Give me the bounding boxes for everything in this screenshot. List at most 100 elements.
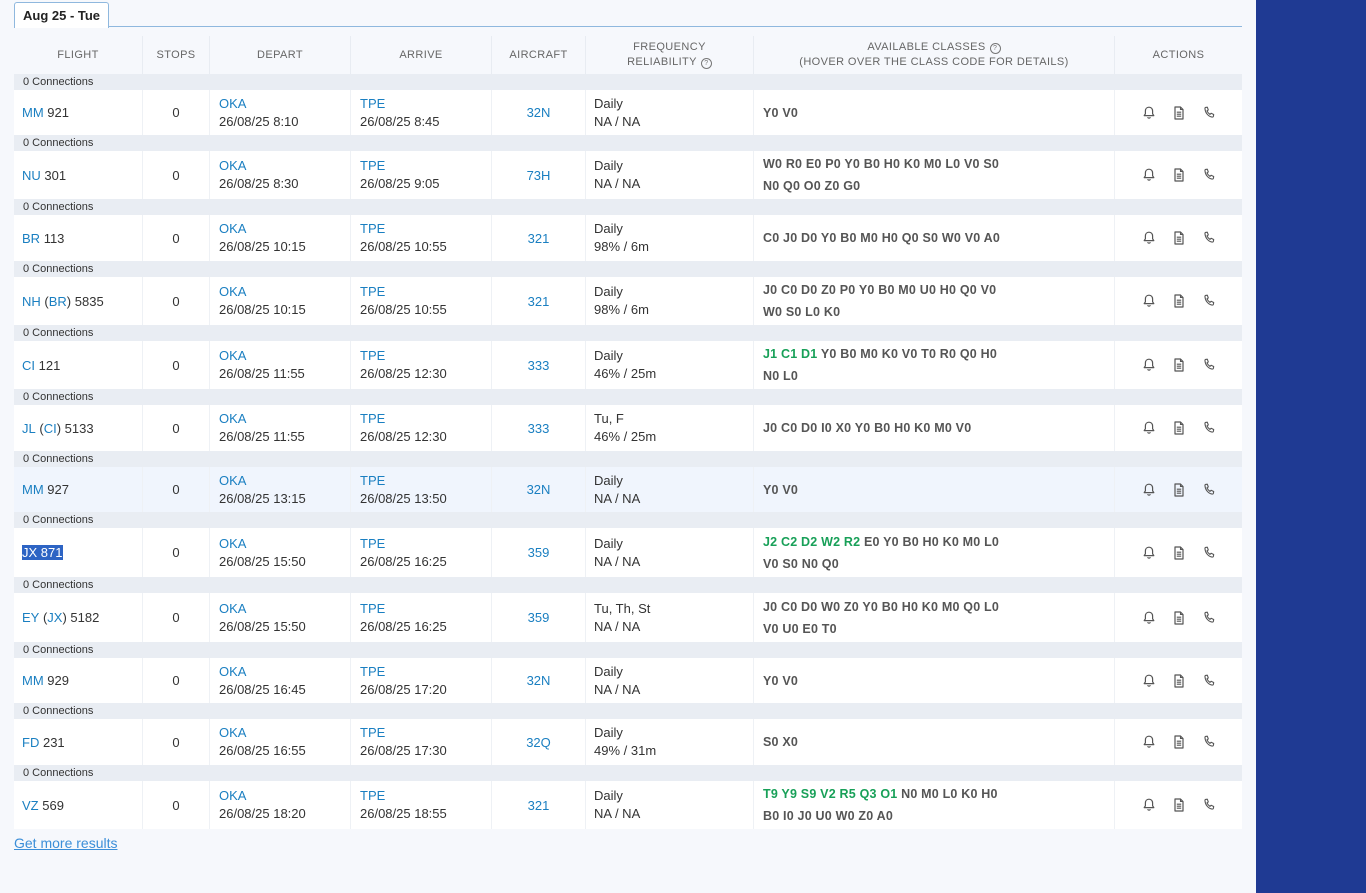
aircraft-link[interactable]: 321 bbox=[528, 231, 550, 246]
bell-icon[interactable] bbox=[1141, 105, 1157, 121]
depart-airport[interactable]: OKA bbox=[219, 535, 246, 553]
phone-icon[interactable] bbox=[1201, 482, 1217, 498]
class-codes-line2[interactable]: V0 U0 E0 T0 bbox=[763, 618, 999, 640]
aircraft-link[interactable]: 73H bbox=[527, 168, 551, 183]
bell-icon[interactable] bbox=[1141, 545, 1157, 561]
document-icon[interactable] bbox=[1171, 545, 1187, 561]
airline-code[interactable]: JX bbox=[22, 545, 38, 560]
phone-icon[interactable] bbox=[1201, 357, 1217, 373]
arrive-airport[interactable]: TPE bbox=[360, 410, 385, 428]
class-codes[interactable]: J0 C0 D0 I0 X0 Y0 B0 H0 K0 M0 V0 bbox=[763, 421, 971, 435]
aircraft-link[interactable]: 359 bbox=[528, 610, 550, 625]
class-codes[interactable]: E0 Y0 B0 H0 K0 M0 L0 bbox=[864, 535, 999, 549]
table-row[interactable]: EY (JX) 5182 0 OKA 26/08/25 15:50 TPE 26/08/2… bbox=[14, 593, 1242, 642]
tab-date[interactable]: Aug 25 - Tue bbox=[14, 2, 110, 28]
table-row[interactable]: NU 301 0 OKA 26/08/25 8:30 TPE 26/08/25 9:05 7… bbox=[14, 151, 1242, 199]
table-row[interactable]: MM 927 0 OKA 26/08/25 13:15 TPE 26/08/25 13:5… bbox=[14, 467, 1242, 512]
bell-icon[interactable] bbox=[1141, 797, 1157, 813]
bell-icon[interactable] bbox=[1141, 673, 1157, 689]
class-codes[interactable]: S0 X0 bbox=[763, 735, 798, 749]
table-row[interactable]: MM 921 0 OKA 26/08/25 8:10 TPE 26/08/25 8:45 3… bbox=[14, 90, 1242, 135]
arrive-airport[interactable]: TPE bbox=[360, 724, 385, 742]
table-row[interactable]: BR 113 0 OKA 26/08/25 10:15 TPE 26/08/25 10:5… bbox=[14, 215, 1242, 261]
depart-airport[interactable]: OKA bbox=[219, 220, 246, 238]
airline-code[interactable]: NU bbox=[22, 168, 41, 183]
depart-airport[interactable]: OKA bbox=[219, 600, 246, 618]
document-icon[interactable] bbox=[1171, 797, 1187, 813]
table-row[interactable]: MM 929 0 OKA 26/08/25 16:45 TPE 26/08/25 17:2… bbox=[14, 658, 1242, 703]
class-codes[interactable]: W0 R0 E0 P0 Y0 B0 H0 K0 M0 L0 V0 S0 bbox=[763, 157, 999, 171]
aircraft-link[interactable]: 32N bbox=[527, 482, 551, 497]
document-icon[interactable] bbox=[1171, 420, 1187, 436]
document-icon[interactable] bbox=[1171, 357, 1187, 373]
document-icon[interactable] bbox=[1171, 734, 1187, 750]
class-codes-available[interactable]: J2 C2 D2 W2 R2 bbox=[763, 535, 860, 549]
header-aircraft[interactable]: AIRCRAFT bbox=[492, 36, 586, 74]
document-icon[interactable] bbox=[1171, 482, 1187, 498]
get-more-results-link[interactable]: Get more results bbox=[14, 835, 117, 851]
arrive-airport[interactable]: TPE bbox=[360, 787, 385, 805]
class-codes-line2[interactable]: W0 S0 L0 K0 bbox=[763, 301, 996, 323]
phone-icon[interactable] bbox=[1201, 230, 1217, 246]
document-icon[interactable] bbox=[1171, 673, 1187, 689]
arrive-airport[interactable]: TPE bbox=[360, 663, 385, 681]
airline-code[interactable]: CI bbox=[22, 358, 35, 373]
header-stops[interactable]: STOPS bbox=[143, 36, 210, 74]
airline-code[interactable]: VZ bbox=[22, 798, 39, 813]
header-depart[interactable]: DEPART bbox=[210, 36, 351, 74]
aircraft-link[interactable]: 32N bbox=[527, 673, 551, 688]
arrive-airport[interactable]: TPE bbox=[360, 220, 385, 238]
arrive-airport[interactable]: TPE bbox=[360, 157, 385, 175]
airline-code[interactable]: MM bbox=[22, 673, 44, 688]
airline-code[interactable]: FD bbox=[22, 735, 39, 750]
aircraft-link[interactable]: 333 bbox=[528, 358, 550, 373]
class-codes[interactable]: N0 M0 L0 K0 H0 bbox=[901, 787, 998, 801]
class-codes[interactable]: J0 C0 D0 W0 Z0 Y0 B0 H0 K0 M0 Q0 L0 bbox=[763, 600, 999, 614]
phone-icon[interactable] bbox=[1201, 673, 1217, 689]
aircraft-link[interactable]: 32N bbox=[527, 105, 551, 120]
aircraft-link[interactable]: 32Q bbox=[526, 735, 551, 750]
bell-icon[interactable] bbox=[1141, 230, 1157, 246]
help-circle-icon[interactable]: ? bbox=[700, 58, 712, 69]
airline-code[interactable]: EY bbox=[22, 610, 39, 625]
class-codes-available[interactable]: T9 Y9 S9 V2 R5 Q3 O1 bbox=[763, 787, 897, 801]
class-codes[interactable]: C0 J0 D0 Y0 B0 M0 H0 Q0 S0 W0 V0 A0 bbox=[763, 231, 1000, 245]
airline-code[interactable]: JL bbox=[22, 421, 36, 436]
table-row[interactable]: FD 231 0 OKA 26/08/25 16:55 TPE 26/08/25 17:3… bbox=[14, 719, 1242, 765]
depart-airport[interactable]: OKA bbox=[219, 663, 246, 681]
arrive-airport[interactable]: TPE bbox=[360, 600, 385, 618]
header-arrive[interactable]: ARRIVE bbox=[351, 36, 492, 74]
class-codes-line2[interactable]: N0 Q0 O0 Z0 G0 bbox=[763, 175, 999, 197]
class-codes-available[interactable]: J1 C1 D1 bbox=[763, 347, 817, 361]
help-circle-icon[interactable]: ? bbox=[989, 43, 1001, 54]
depart-airport[interactable]: OKA bbox=[219, 787, 246, 805]
bell-icon[interactable] bbox=[1141, 357, 1157, 373]
class-codes[interactable]: J0 C0 D0 Z0 P0 Y0 B0 M0 U0 H0 Q0 V0 bbox=[763, 283, 996, 297]
header-flight[interactable]: FLIGHT bbox=[14, 36, 143, 74]
aircraft-link[interactable]: 333 bbox=[528, 421, 550, 436]
phone-icon[interactable] bbox=[1201, 420, 1217, 436]
document-icon[interactable] bbox=[1171, 610, 1187, 626]
table-row[interactable]: CI 121 0 OKA 26/08/25 11:55 TPE 26/08/25 12:3… bbox=[14, 341, 1242, 389]
table-row[interactable]: JX 871 0 OKA 26/08/25 15:50 TPE 26/08/25 16:2… bbox=[14, 528, 1242, 577]
bell-icon[interactable] bbox=[1141, 482, 1157, 498]
depart-airport[interactable]: OKA bbox=[219, 283, 246, 301]
aircraft-link[interactable]: 321 bbox=[528, 294, 550, 309]
airline-code[interactable]: MM bbox=[22, 105, 44, 120]
phone-icon[interactable] bbox=[1201, 797, 1217, 813]
operating-airline-code[interactable]: JX bbox=[47, 610, 62, 625]
document-icon[interactable] bbox=[1171, 230, 1187, 246]
table-row[interactable]: NH (BR) 5835 0 OKA 26/08/25 10:15 TPE 26/08/2… bbox=[14, 277, 1242, 325]
class-codes[interactable]: Y0 V0 bbox=[763, 106, 798, 120]
aircraft-link[interactable]: 321 bbox=[528, 798, 550, 813]
bell-icon[interactable] bbox=[1141, 420, 1157, 436]
class-codes-line2[interactable]: B0 I0 J0 U0 W0 Z0 A0 bbox=[763, 805, 998, 827]
phone-icon[interactable] bbox=[1201, 610, 1217, 626]
phone-icon[interactable] bbox=[1201, 293, 1217, 309]
depart-airport[interactable]: OKA bbox=[219, 95, 246, 113]
bell-icon[interactable] bbox=[1141, 734, 1157, 750]
airline-code[interactable]: NH bbox=[22, 294, 41, 309]
document-icon[interactable] bbox=[1171, 105, 1187, 121]
phone-icon[interactable] bbox=[1201, 167, 1217, 183]
depart-airport[interactable]: OKA bbox=[219, 347, 246, 365]
